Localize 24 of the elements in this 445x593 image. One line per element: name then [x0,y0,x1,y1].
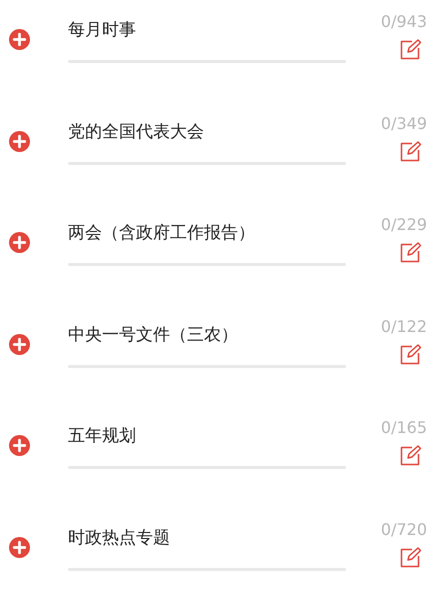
add-icon[interactable] [9,334,30,354]
question-count: 0/229 [380,214,427,236]
edit-icon[interactable] [400,242,421,263]
question-count: 0/349 [380,112,427,134]
edit-icon[interactable] [400,39,421,60]
category-title: 党的全国代表大会 [68,120,205,144]
question-count: 0/165 [380,417,427,439]
edit-icon[interactable] [400,344,421,364]
add-icon[interactable] [9,536,30,558]
edit-icon[interactable] [400,140,421,162]
question-count: 0/122 [380,316,427,338]
category-title: 中央一号文件（三农） [68,324,239,346]
question-count: 0/943 [380,11,427,33]
category-title: 五年规划 [68,425,137,448]
edit-icon[interactable] [400,546,421,568]
add-icon[interactable] [9,435,30,456]
category-title: 两会（含政府工作报告） [68,222,256,245]
add-icon[interactable] [9,29,30,50]
category-title: 每月时事 [68,19,137,42]
question-count: 0/720 [380,518,427,540]
add-icon[interactable] [9,130,30,152]
edit-icon[interactable] [400,445,421,466]
category-title: 时政热点专题 [68,526,171,550]
add-icon[interactable] [9,232,30,253]
